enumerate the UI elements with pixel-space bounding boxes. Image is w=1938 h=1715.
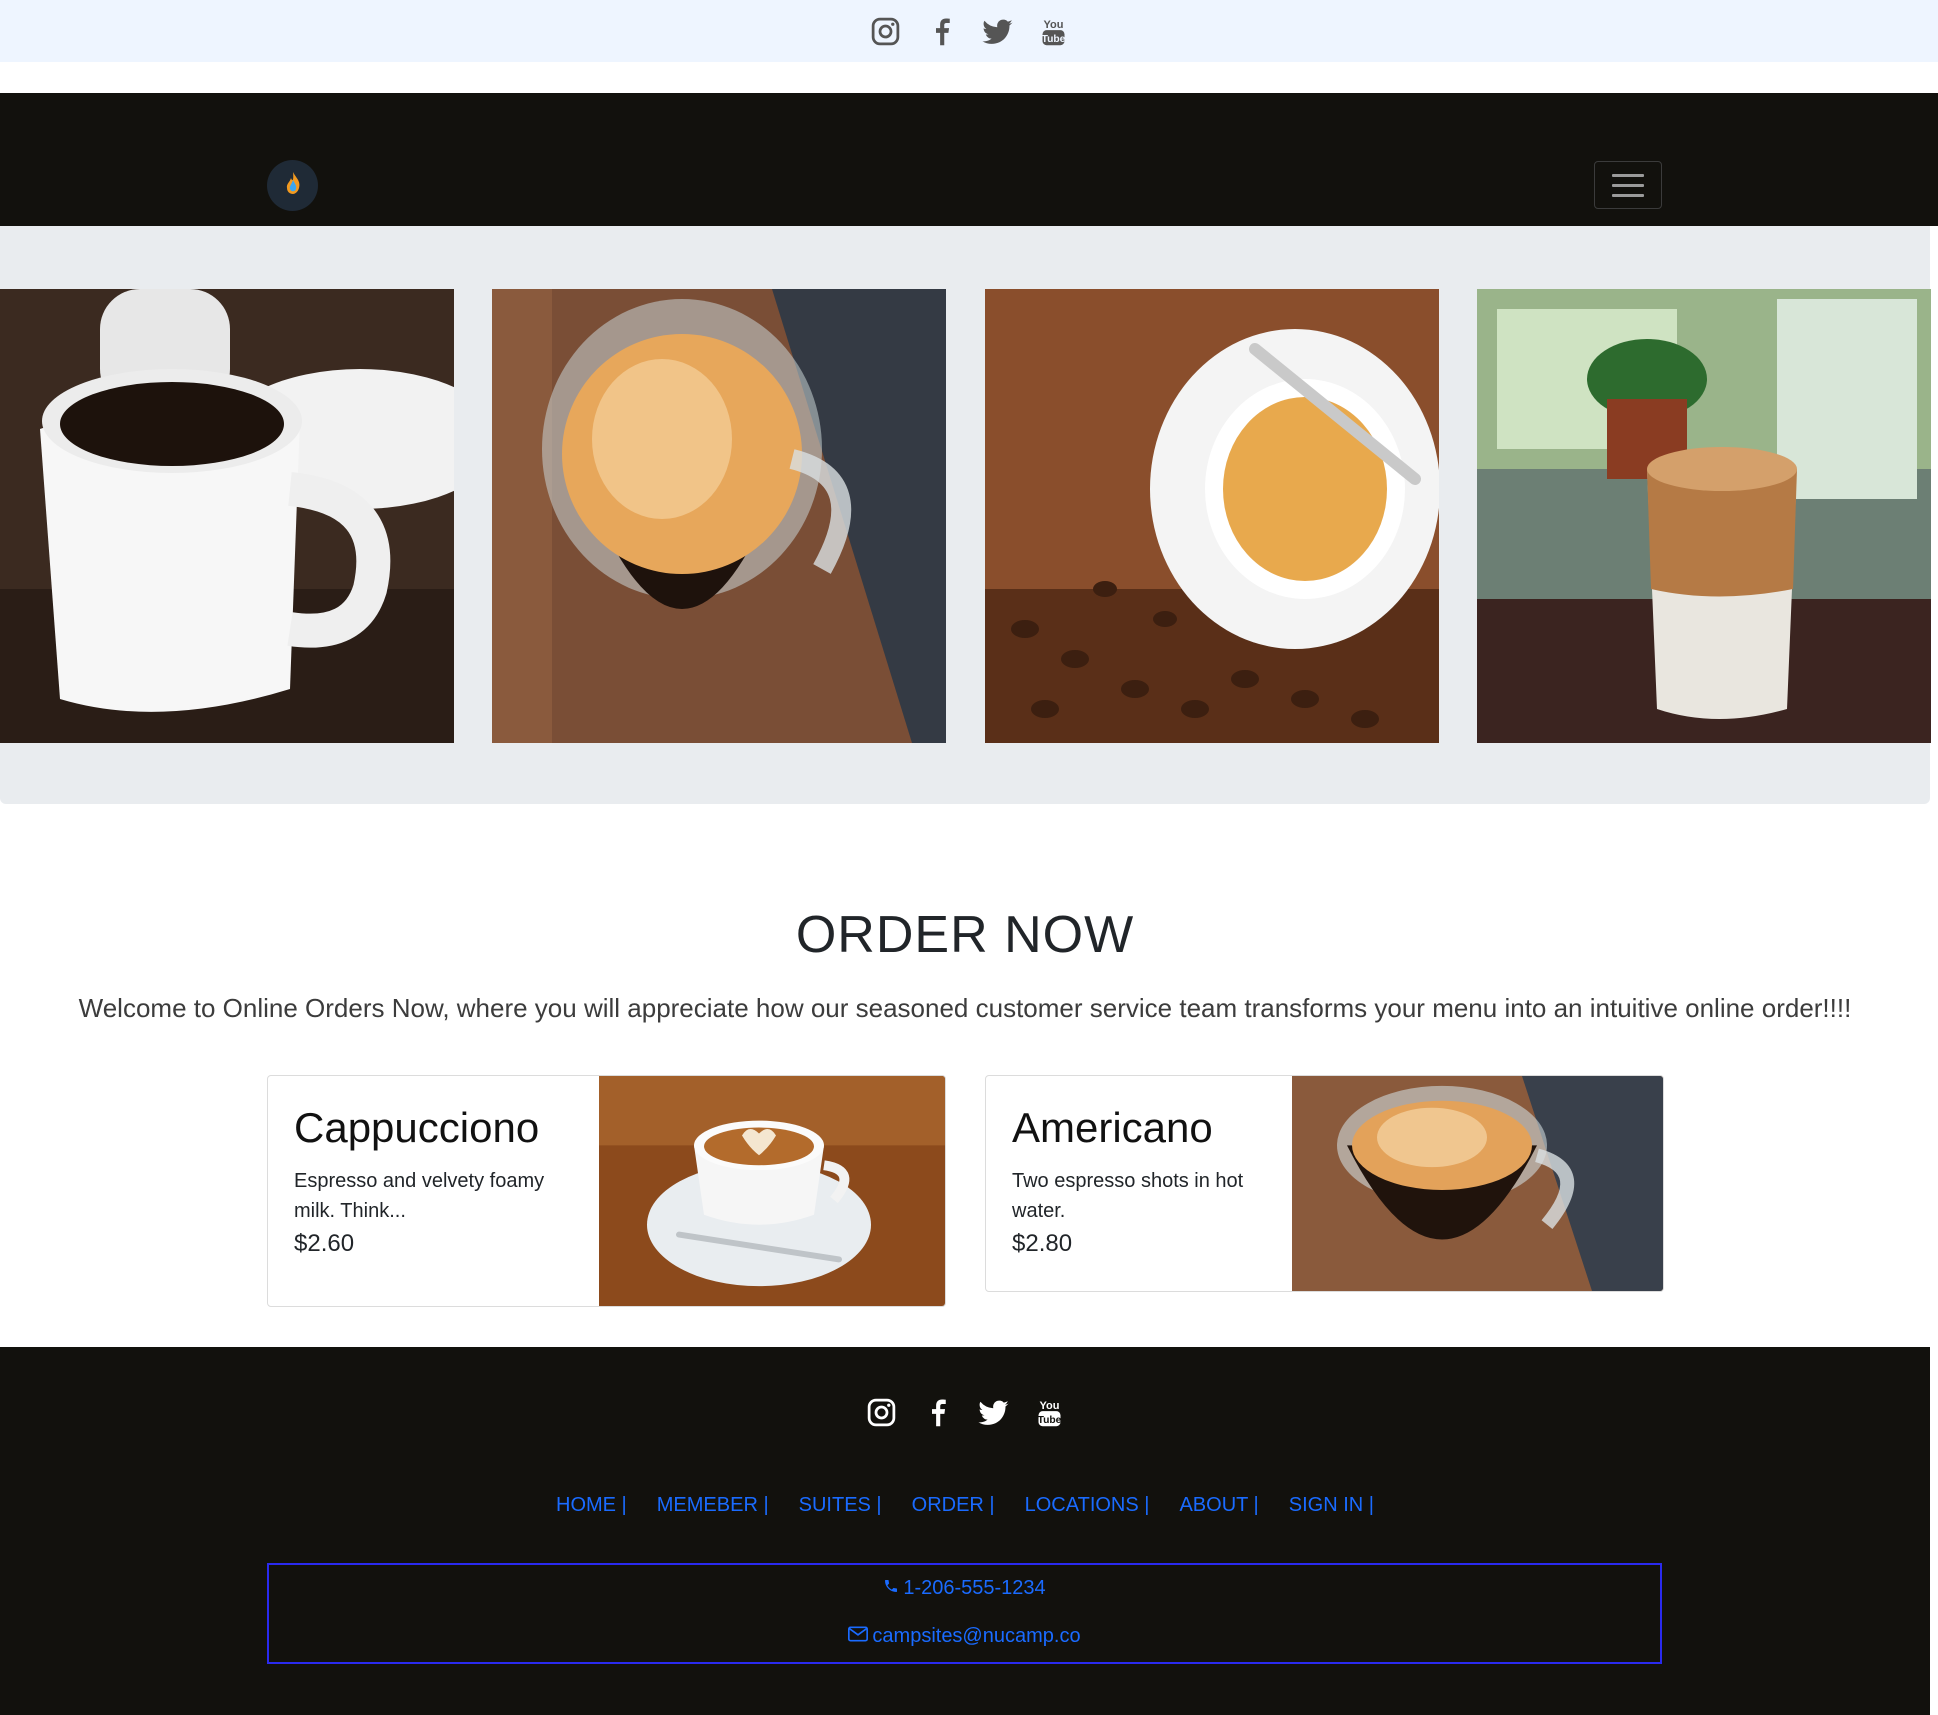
instagram-icon[interactable]: [869, 15, 902, 48]
product-card[interactable]: Cappucciono Espresso and velvety foamy m…: [267, 1075, 946, 1307]
instagram-icon[interactable]: [865, 1396, 898, 1429]
contact-email[interactable]: campsites@nucamp.co: [269, 1625, 1660, 1648]
contact-email-text: campsites@nucamp.co: [872, 1625, 1081, 1647]
flame-logo-icon: [282, 170, 304, 201]
youtube-icon[interactable]: You Tube: [1033, 1396, 1066, 1429]
brand-logo[interactable]: [267, 160, 318, 211]
product-card-body: Americano Two espresso shots in hot wate…: [1012, 1104, 1302, 1258]
contact-phone-text: 1-206-555-1234: [903, 1577, 1046, 1599]
product-title: Cappucciono: [294, 1104, 540, 1151]
footer-link-order[interactable]: ORDER |: [912, 1494, 995, 1517]
svg-text:Tube: Tube: [1037, 1415, 1061, 1426]
svg-text:You: You: [1039, 1400, 1059, 1412]
hamburger-line: [1612, 173, 1644, 177]
youtube-icon[interactable]: You Tube: [1037, 15, 1070, 48]
espresso-glass-image[interactable]: [492, 289, 946, 743]
product-price: $2.80: [1012, 1230, 1073, 1257]
hamburger-line: [1612, 193, 1644, 197]
footer-link-sign-in[interactable]: SIGN IN |: [1289, 1494, 1374, 1517]
coffee-cup-beans-image[interactable]: [985, 289, 1439, 743]
footer-link-member[interactable]: MEMEBER |: [657, 1494, 769, 1517]
phone-icon: [883, 1577, 899, 1600]
facebook-icon[interactable]: [921, 1396, 954, 1429]
product-card[interactable]: Americano Two espresso shots in hot wate…: [985, 1075, 1664, 1292]
coffee-mug-image[interactable]: [0, 289, 454, 743]
hamburger-line: [1612, 183, 1644, 187]
contact-phone[interactable]: 1-206-555-1234: [269, 1577, 1660, 1600]
twitter-icon[interactable]: [981, 15, 1014, 48]
twitter-icon[interactable]: [977, 1396, 1010, 1429]
product-description: Espresso and velvety foamy milk. Think..…: [294, 1170, 545, 1222]
americano-image: [1292, 1076, 1663, 1291]
order-lead-text: Welcome to Online Orders Now, where you …: [78, 993, 1852, 1023]
product-price: $2.60: [294, 1230, 355, 1257]
navbar-toggler-button[interactable]: [1594, 161, 1662, 209]
product-title: Americano: [1012, 1104, 1213, 1151]
footer-link-suites[interactable]: SUITES |: [799, 1494, 882, 1517]
product-card-body: Cappucciono Espresso and velvety foamy m…: [294, 1104, 584, 1258]
footer-link-home[interactable]: HOME |: [556, 1494, 627, 1517]
footer-link-locations[interactable]: LOCATIONS |: [1025, 1494, 1150, 1517]
footer-social-bar: You Tube: [0, 1396, 1930, 1429]
cappuccino-image: [599, 1076, 945, 1306]
facebook-icon[interactable]: [925, 15, 958, 48]
svg-text:Tube: Tube: [1041, 33, 1065, 44]
product-description: Two espresso shots in hot water.: [1012, 1170, 1244, 1222]
top-social-bar: You Tube: [0, 0, 1938, 62]
svg-text:You: You: [1043, 19, 1063, 31]
order-title: ORDER NOW: [795, 906, 1135, 964]
contact-box: 1-206-555-1234 campsites@nucamp.co: [267, 1563, 1662, 1664]
iced-latte-image[interactable]: [1477, 289, 1931, 743]
footer-link-about[interactable]: ABOUT |: [1179, 1494, 1258, 1517]
footer-nav: HOME | MEMEBER | SUITES | ORDER | LOCATI…: [0, 1494, 1930, 1517]
envelope-icon: [848, 1625, 869, 1648]
